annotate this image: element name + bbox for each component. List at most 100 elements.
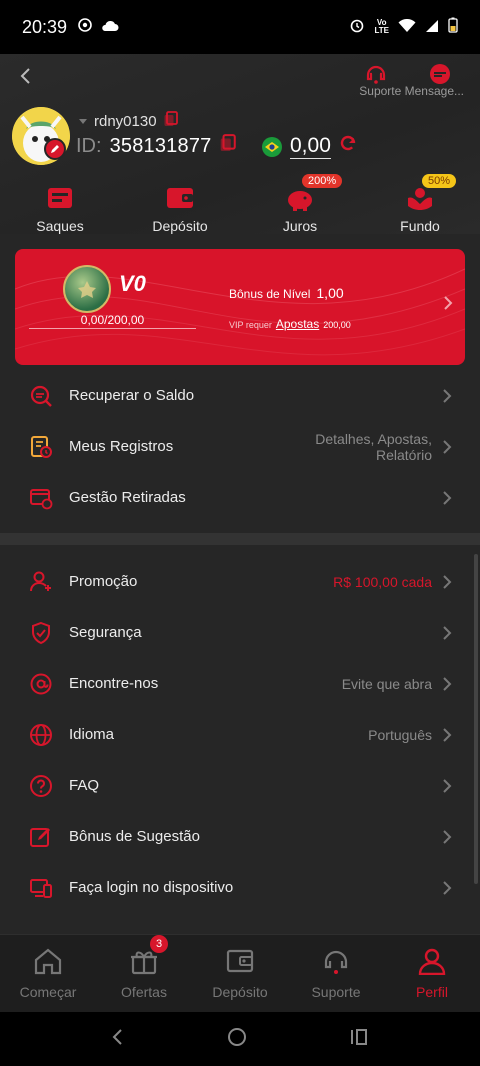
balance-row: 0,00 [262, 134, 357, 159]
chevron-right-icon [442, 439, 454, 455]
chevron-right-icon [442, 829, 454, 845]
menu-label: FAQ [69, 777, 100, 794]
settings-menu: Promoção R$ 100,00 cada Segurança Encont… [0, 556, 480, 913]
menu-my-records[interactable]: Meus Registros Detalhes, Apostas, Relató… [0, 421, 480, 472]
support-message-label[interactable]: Suporte Mensage... [359, 84, 464, 98]
menu-promotion[interactable]: Promoção R$ 100,00 cada [0, 556, 480, 607]
vip-card[interactable]: V0 0,00/200,00 Bônus de Nível 1,00 VIP r… [15, 249, 465, 365]
username-row: rdny0130 [78, 111, 179, 131]
chevron-right-icon [442, 490, 454, 506]
refresh-balance-icon[interactable] [339, 135, 357, 158]
profile-user-icon [417, 947, 447, 980]
fund-badge: 50% [422, 174, 457, 188]
deposit-wallet-icon [165, 182, 195, 214]
menu-value: Detalhes, Apostas, Relatório [315, 430, 432, 463]
username: rdny0130 [94, 112, 157, 130]
recover-search-icon [28, 383, 54, 409]
chevron-right-icon [442, 625, 454, 641]
profile-header: Suporte Mensage... rdny0130 ID: 35813187… [0, 54, 480, 234]
vip-req-link[interactable]: Apostas [276, 317, 319, 331]
quick-interest-label: Juros [282, 218, 318, 234]
tab-offers[interactable]: 3 Ofertas [96, 935, 192, 1012]
quick-deposit-button[interactable]: Depósito [120, 182, 240, 238]
app-screen: Suporte Mensage... rdny0130 ID: 35813187… [0, 54, 480, 1012]
lte-icon: Vo LTE [374, 18, 389, 35]
chevron-right-icon [442, 676, 454, 692]
alarm-icon [349, 17, 365, 38]
home-icon [33, 947, 63, 980]
menu-label: Faça login no dispositivo [69, 879, 234, 896]
tab-label: Depósito [212, 984, 268, 1000]
shield-icon [28, 620, 54, 646]
menu-security[interactable]: Segurança [0, 607, 480, 658]
menu-label: Encontre-nos [69, 675, 159, 692]
menu-faq[interactable]: FAQ [0, 760, 480, 811]
menu-label: Bônus de Sugestão [69, 828, 200, 845]
menu-label: Meus Registros [69, 438, 174, 455]
user-id: 358131877 [109, 134, 212, 157]
status-bar: 20:39 Vo LTE [0, 0, 480, 54]
chevron-right-icon [442, 727, 454, 743]
scrollbar[interactable] [474, 554, 478, 884]
menu-suggestion-bonus[interactable]: Bônus de Sugestão [0, 811, 480, 862]
copy-id-icon[interactable] [219, 134, 237, 158]
caret-down-icon [79, 119, 87, 124]
menu-device-login[interactable]: Faça login no dispositivo [0, 862, 480, 913]
nav-home-button[interactable] [227, 1027, 247, 1052]
promotion-user-icon [28, 569, 54, 595]
vip-req-amount: 200,00 [323, 320, 351, 330]
menu-label: Gestão Retiradas [69, 489, 186, 506]
vip-bonus: Bônus de Nível 1,00 [229, 285, 344, 301]
chevron-right-icon [442, 574, 454, 590]
tab-deposit[interactable]: Depósito [192, 935, 288, 1012]
tab-profile[interactable]: Perfil [384, 935, 480, 1012]
edit-avatar-button[interactable] [44, 138, 66, 160]
menu-label: Promoção [69, 573, 138, 590]
menu-withdrawal-management[interactable]: Gestão Retiradas [0, 472, 480, 523]
status-time: 20:39 [22, 16, 68, 37]
menu-label: Recuperar o Saldo [69, 387, 195, 404]
tab-label: Suporte [311, 984, 361, 1000]
at-sign-icon [28, 671, 54, 697]
copy-username-icon[interactable] [163, 111, 179, 131]
tab-start[interactable]: Começar [0, 935, 96, 1012]
vip-progress-text: 0,00/200,00 [80, 313, 145, 327]
menu-label: Segurança [69, 624, 142, 641]
account-menu: Recuperar o Saldo Meus Registros Detalhe… [0, 370, 480, 523]
system-nav-bar [0, 1012, 480, 1066]
menu-value: R$ 100,00 cada [333, 573, 432, 590]
id-row: ID: 358131877 [76, 134, 237, 158]
tab-support[interactable]: Suporte [288, 935, 384, 1012]
devices-icon [28, 875, 54, 901]
nav-back-button[interactable] [111, 1028, 125, 1051]
vip-progress-bar [29, 328, 196, 329]
brazil-flag-icon [262, 136, 282, 157]
menu-label: Idioma [69, 726, 115, 743]
question-icon [28, 773, 54, 799]
offers-badge: 3 [150, 935, 168, 953]
quick-interest-button[interactable]: 200% Juros [240, 174, 360, 238]
id-label: ID: [76, 134, 102, 157]
quick-deposit-label: Depósito [152, 218, 208, 234]
withdraw-icon [45, 182, 75, 214]
section-divider [0, 533, 480, 545]
withdrawal-card-icon [28, 485, 54, 511]
vip-bonus-label: Bônus de Nível [229, 287, 311, 301]
menu-find-us[interactable]: Encontre-nos Evite que abra [0, 658, 480, 709]
menu-value: Português [368, 726, 432, 743]
quick-fund-button[interactable]: 50% Fundo [360, 174, 480, 238]
chevron-left-icon [20, 68, 30, 84]
quick-withdraw-button[interactable]: Saques [0, 182, 120, 238]
signal-icon [425, 17, 439, 38]
edit-note-icon [28, 824, 54, 850]
quick-withdraw-label: Saques [36, 218, 84, 234]
records-icon [28, 434, 54, 460]
interest-badge: 200% [302, 174, 343, 188]
back-button[interactable] [12, 62, 40, 90]
menu-recover-balance[interactable]: Recuperar o Saldo [0, 370, 480, 421]
vip-bonus-value: 1,00 [316, 285, 344, 301]
menu-language[interactable]: Idioma Português [0, 709, 480, 760]
quick-fund-label: Fundo [400, 218, 440, 234]
cloud-icon [101, 17, 119, 38]
nav-recents-button[interactable] [349, 1028, 369, 1051]
